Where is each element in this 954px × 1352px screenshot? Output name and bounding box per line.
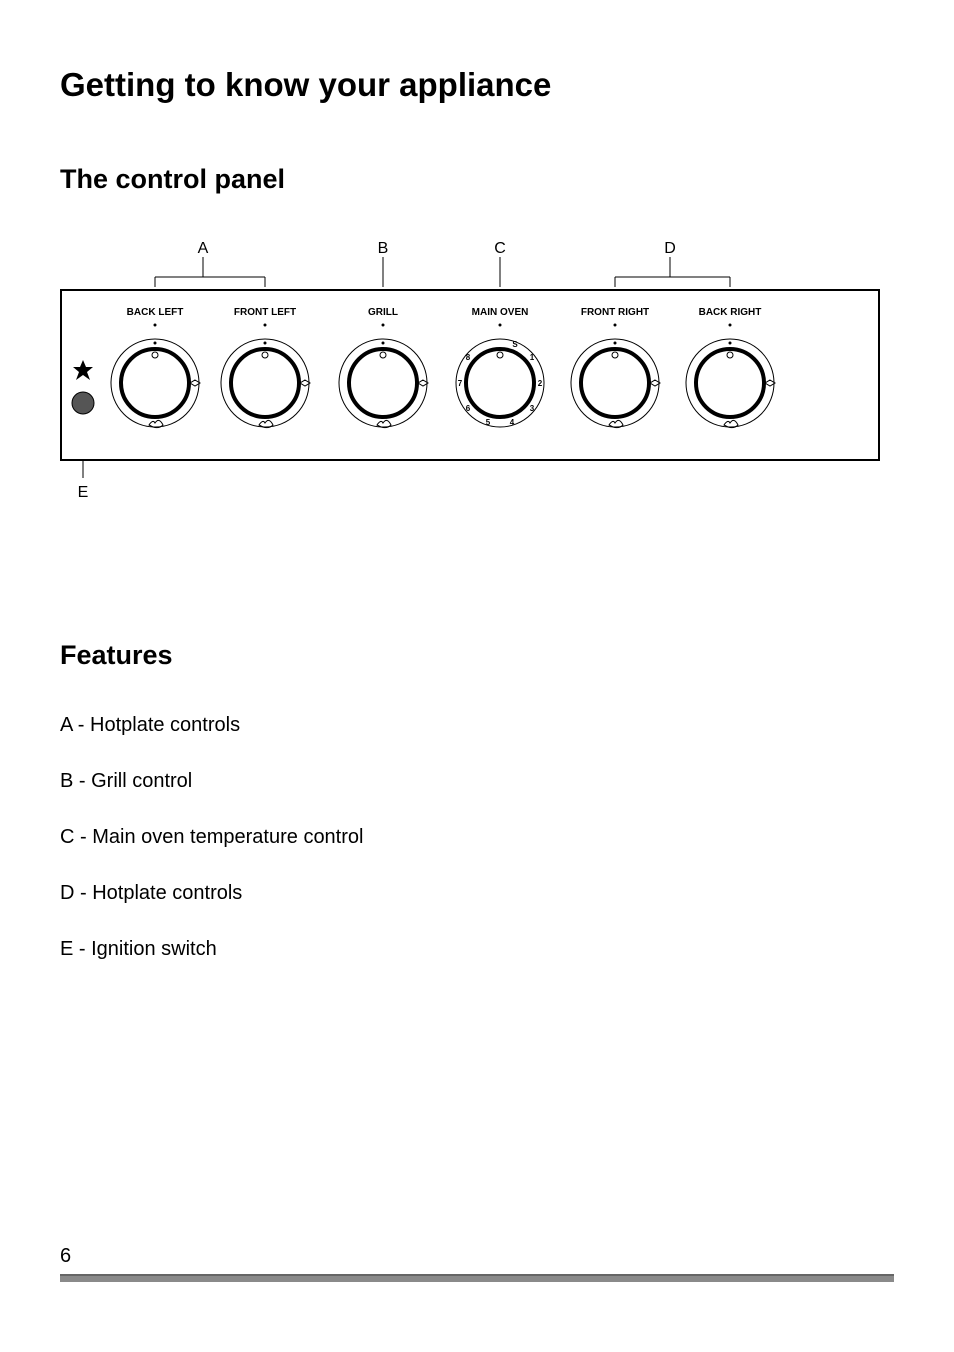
- knob-label-main-oven: MAIN OVEN: [472, 307, 529, 318]
- features-list: A - Hotplate controls B - Grill control …: [60, 711, 894, 963]
- knob-back-left: BACK LEFT: [111, 307, 200, 428]
- feature-item-d: D - Hotplate controls: [60, 879, 894, 907]
- svg-text:5: 5: [486, 418, 491, 427]
- knob-label-grill: GRILL: [368, 307, 398, 318]
- svg-text:2: 2: [538, 379, 543, 388]
- knob-grill: GRILL: [339, 307, 428, 428]
- callout-leaders: [155, 257, 730, 287]
- page-title: Getting to know your appliance: [60, 66, 894, 104]
- knob-main-oven: MAIN OVEN S 1 2 3 4 5 6 7: [456, 307, 544, 427]
- callout-e: E: [78, 484, 89, 501]
- knob-front-left: FRONT LEFT: [221, 307, 310, 428]
- knob-front-right: FRONT RIGHT: [571, 307, 660, 428]
- svg-text:S: S: [512, 340, 518, 349]
- callout-d: D: [664, 240, 676, 257]
- svg-text:4: 4: [510, 418, 515, 427]
- feature-item-b: B - Grill control: [60, 767, 894, 795]
- ignition-area: E: [72, 360, 94, 501]
- ignition-button: [72, 392, 94, 414]
- callout-c: C: [494, 240, 506, 257]
- feature-item-a: A - Hotplate controls: [60, 711, 894, 739]
- spark-icon: [73, 360, 93, 380]
- svg-text:3: 3: [530, 404, 535, 413]
- svg-text:7: 7: [458, 379, 463, 388]
- footer-rule: [60, 1274, 894, 1282]
- knob-label-back-left: BACK LEFT: [127, 307, 184, 318]
- section-features-title: Features: [60, 640, 894, 671]
- knob-back-right: BACK RIGHT: [686, 307, 775, 428]
- svg-text:1: 1: [530, 353, 535, 362]
- feature-item-c: C - Main oven temperature control: [60, 823, 894, 851]
- callout-a: A: [198, 240, 209, 257]
- callout-b: B: [378, 240, 389, 257]
- knob-label-front-left: FRONT LEFT: [234, 307, 296, 318]
- knob-label-front-right: FRONT RIGHT: [581, 307, 649, 318]
- svg-text:6: 6: [466, 404, 471, 413]
- document-page: Getting to know your appliance The contr…: [0, 0, 954, 1352]
- feature-item-e: E - Ignition switch: [60, 935, 894, 963]
- section-control-panel-title: The control panel: [60, 164, 894, 195]
- control-panel-svg: A B C D: [60, 235, 880, 515]
- page-number: 6: [60, 1245, 894, 1268]
- control-panel-diagram: A B C D: [60, 235, 894, 520]
- page-footer: 6: [60, 1245, 894, 1282]
- svg-text:8: 8: [466, 353, 471, 362]
- knob-label-back-right: BACK RIGHT: [699, 307, 762, 318]
